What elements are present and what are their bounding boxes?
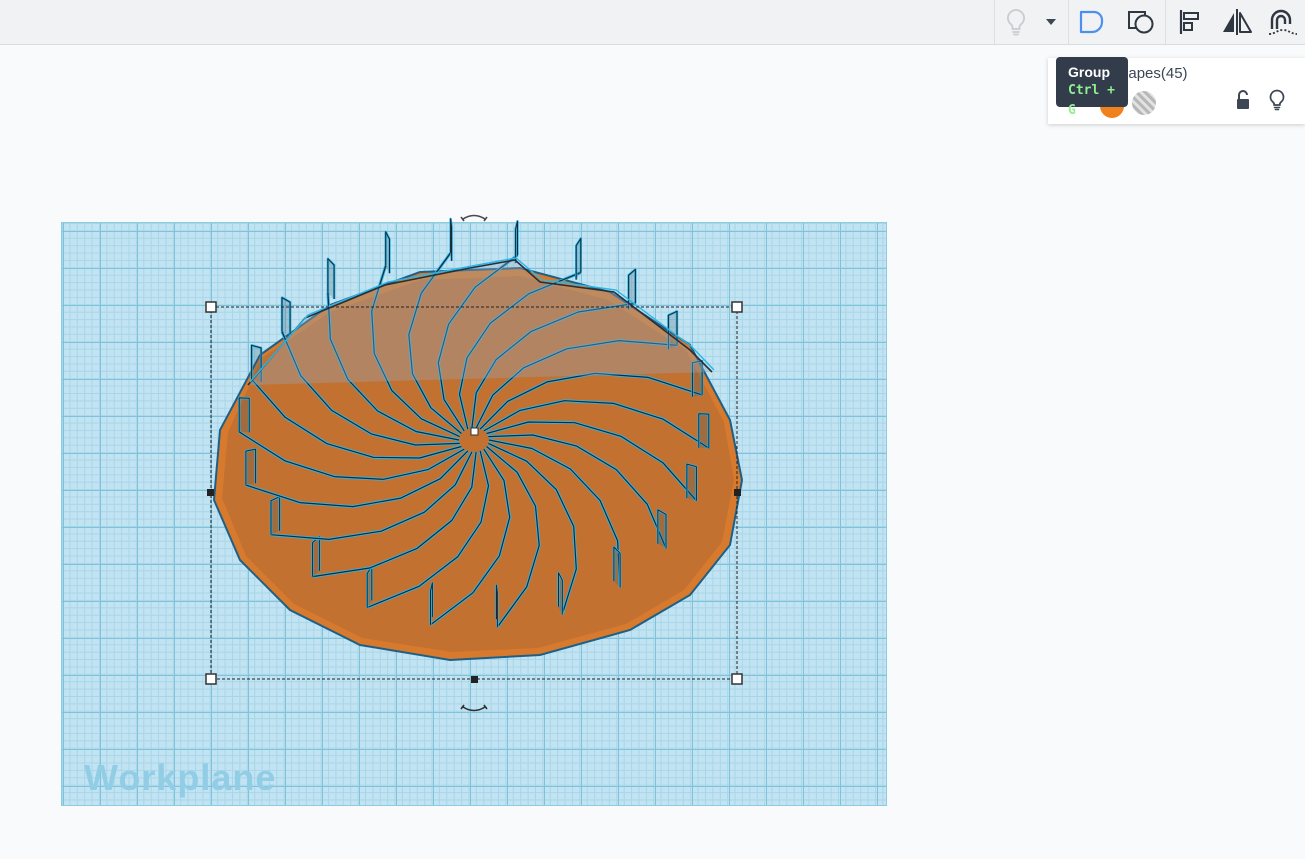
group-tooltip: Group Ctrl + G (1056, 57, 1128, 118)
tooltip-shortcut: Ctrl + G (1068, 83, 1115, 118)
fin-wall (269, 495, 281, 535)
resize-handle-right[interactable] (734, 489, 741, 496)
rim-fence[interactable] (247, 257, 715, 386)
fin-wall (697, 412, 710, 449)
resize-handle-bottom-right[interactable] (731, 673, 743, 685)
resize-handle-top-left[interactable] (205, 301, 217, 313)
rotate-arrow-top-icon[interactable] (460, 214, 488, 222)
fin-wall (656, 508, 668, 549)
resize-handle-top-right[interactable] (731, 301, 743, 313)
fin-wall (244, 448, 257, 486)
hole-swatch[interactable] (1132, 91, 1156, 115)
fin-wall (280, 296, 292, 337)
fin-wall (685, 462, 698, 501)
unlock-icon[interactable] (1236, 90, 1250, 115)
tooltip-title: Group (1068, 64, 1110, 80)
fin-wall (311, 535, 321, 577)
rotate-arrow-bottom-icon[interactable] (460, 704, 488, 712)
model-viewport[interactable] (0, 0, 1305, 859)
resize-handle-bottom-left[interactable] (205, 673, 217, 685)
resize-handle-bottom[interactable] (471, 676, 478, 683)
resize-handle-left[interactable] (207, 489, 214, 496)
inspector-lightbulb-icon[interactable] (1268, 89, 1286, 116)
center-height-handle[interactable] (470, 427, 479, 436)
fin-wall (238, 396, 251, 433)
